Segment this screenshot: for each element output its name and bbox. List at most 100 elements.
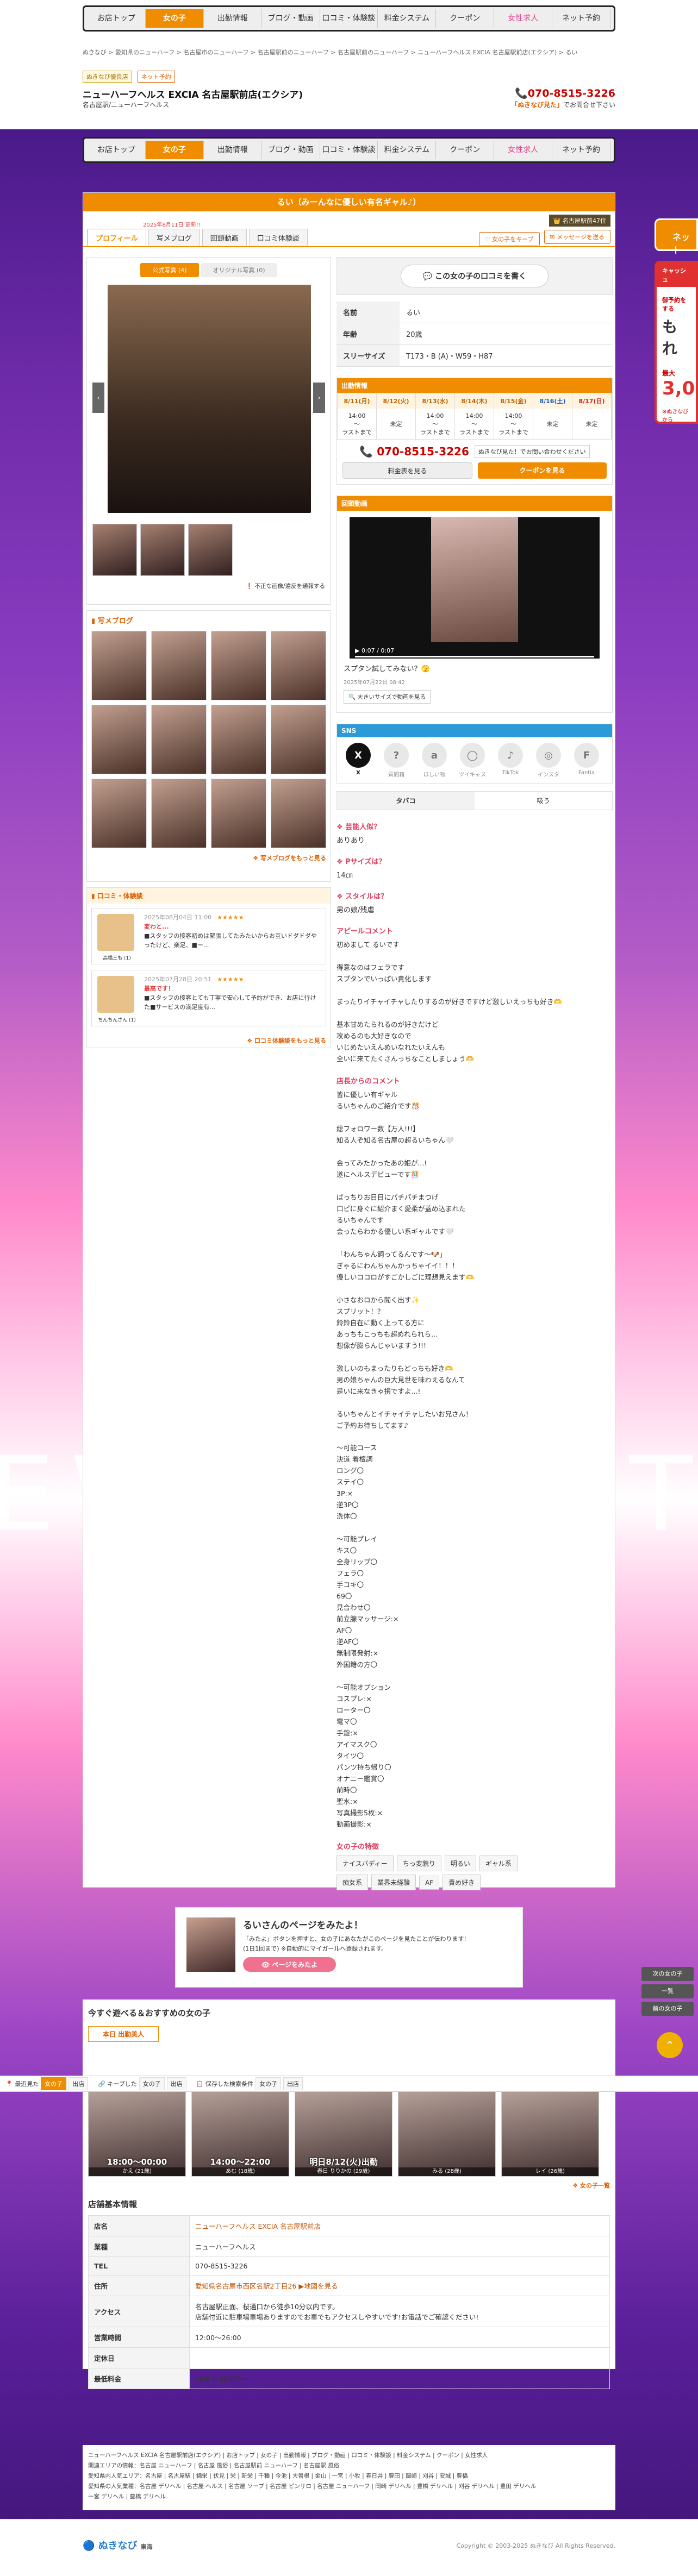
blog-thumb[interactable] bbox=[151, 631, 207, 700]
video-player[interactable]: ▶ 0:07 / 0:07 bbox=[350, 517, 600, 659]
footer-line[interactable]: 一宮 デリヘル | 豊橋 デリヘル bbox=[88, 2492, 610, 2502]
footer-links: ニューハーフヘルス EXCIA 名古屋駅前店(エクシア) | お店トップ | 女… bbox=[83, 2445, 615, 2510]
schedule-phone[interactable]: 📞 070-8515-3226 bbox=[359, 445, 469, 458]
scroll-top-icon[interactable]: ⌃ bbox=[657, 2032, 683, 2058]
photo-thumb[interactable] bbox=[140, 524, 185, 576]
recommend-tab[interactable]: 本日 出勤美人 bbox=[88, 2026, 159, 2042]
nav-item[interactable]: 出勤情報 bbox=[204, 141, 262, 159]
blog-more-link[interactable]: ❖ 写メブログをもっと見る bbox=[91, 854, 326, 862]
sticky-tab[interactable]: 出店 bbox=[68, 2077, 89, 2090]
nav-item[interactable]: 口コミ・体験談 bbox=[320, 9, 378, 28]
nav-item[interactable]: 口コミ・体験談 bbox=[320, 141, 378, 159]
sticky-tab[interactable]: 出店 bbox=[283, 2077, 303, 2090]
sticky-tab[interactable]: 女の子 bbox=[255, 2077, 281, 2090]
blog-thumb[interactable] bbox=[91, 705, 147, 774]
nav-item[interactable]: ブログ・動画 bbox=[262, 9, 320, 28]
nav-item[interactable]: 女性求人 bbox=[494, 9, 553, 28]
sticky-tab[interactable]: 出店 bbox=[166, 2077, 186, 2090]
footer-line[interactable]: 愛知県の人気業種：名古屋 デリヘル | 名古屋 ヘルス | 名古屋 ソープ | … bbox=[88, 2481, 610, 2492]
seen-page-button[interactable]: 👁 ページをみたよ bbox=[243, 1957, 336, 1972]
basic-value[interactable]: ニューハーフヘルス EXCIA 名古屋駅前店 bbox=[189, 2215, 610, 2236]
tab-video[interactable]: 回頭動画 bbox=[202, 229, 247, 246]
review-more-link[interactable]: ❖ 口コミ体験談をもっと見る bbox=[87, 1036, 331, 1045]
side-cashback-banner[interactable]: キャッシュ 御予約をする もれ 最大 3,0 ※ぬきなびから bbox=[655, 261, 698, 424]
video-play-icon[interactable]: ▶ 0:07 / 0:07 bbox=[355, 647, 394, 654]
message-button[interactable]: ✉ メッセージを送る bbox=[544, 230, 610, 244]
site-logo[interactable]: 🔵 ぬきなび 東海 bbox=[83, 2538, 153, 2552]
main-photo[interactable] bbox=[108, 285, 311, 513]
review-date: 2025年07月28日 20:51 bbox=[144, 976, 212, 983]
shop-name[interactable]: ニューハーフヘルス EXCIA 名古屋駅前店(エクシア) bbox=[83, 87, 303, 101]
nav-item[interactable]: 料金システム bbox=[378, 141, 437, 159]
tab-profile[interactable]: プロフィール bbox=[88, 229, 146, 246]
photo-thumb[interactable] bbox=[92, 524, 137, 576]
video-progress[interactable] bbox=[355, 656, 594, 657]
blog-thumb[interactable] bbox=[211, 779, 266, 848]
write-review-button[interactable]: 💬 この女の子の口コミを書く bbox=[400, 265, 549, 287]
footer-line[interactable]: 愛知県内人気エリア：名古屋 | 名古屋駅 | 錦栄 | 伏見 | 栄 | 新栄 … bbox=[88, 2471, 610, 2481]
sns-item[interactable]: a ほしい物 bbox=[415, 743, 453, 778]
blog-thumb[interactable] bbox=[151, 779, 207, 848]
schedule-time: 14:00 〜 ラストまで bbox=[416, 409, 455, 439]
blog-thumb[interactable] bbox=[271, 631, 326, 700]
nav-item[interactable]: クーポン bbox=[436, 9, 495, 28]
review-title[interactable]: 最高です！ bbox=[144, 984, 321, 993]
next-girl-button[interactable]: 次の女の子 bbox=[641, 1967, 694, 1981]
sns-item[interactable]: XX bbox=[339, 743, 377, 776]
footer-line[interactable]: ニューハーフヘルス EXCIA 名古屋駅前店(エクシア) | お店トップ | 女… bbox=[88, 2450, 610, 2461]
price-button[interactable]: 料金表を見る bbox=[342, 462, 472, 479]
blog-thumb[interactable] bbox=[211, 631, 266, 700]
review-item[interactable]: ちんちんさん (1) 2025年07月28日 20:51 ★★★★★ 最高です！ ■スタ… bbox=[91, 970, 326, 1026]
blog-thumb[interactable] bbox=[91, 779, 147, 848]
nav-item[interactable]: 女の子 bbox=[145, 9, 204, 28]
blog-thumb[interactable] bbox=[271, 779, 326, 848]
nav-item[interactable]: ブログ・動画 bbox=[262, 141, 320, 159]
girl-list-button[interactable]: 一覧 bbox=[641, 1984, 694, 1998]
bg-letter: E bbox=[0, 1434, 71, 1555]
photo-prev-button[interactable]: ‹ bbox=[92, 383, 104, 413]
schedule-day: 8/14(木) bbox=[455, 393, 494, 409]
side-net-banner[interactable]: ネット bbox=[655, 218, 698, 255]
header-phone[interactable]: 📞070-8515-3226 bbox=[515, 87, 615, 99]
review-item[interactable]: 高橋三も (1) 2025年08月04日 11:00 ★★★★★ 変わと... ■スタッ… bbox=[91, 908, 326, 964]
nav-item[interactable]: ネット予約 bbox=[552, 141, 611, 159]
girls-list-link[interactable]: ❖ 女の子一覧 bbox=[88, 2181, 610, 2190]
coupon-button[interactable]: クーポンを見る bbox=[478, 462, 607, 479]
blog-thumb[interactable] bbox=[211, 705, 266, 774]
basic-value[interactable]: 愛知県名古屋市西区名駅2丁目26 ▶地図を見る bbox=[189, 2275, 610, 2296]
video-large-button[interactable]: 🔍 大きいサイズで動画を見る bbox=[344, 690, 431, 704]
nav-item[interactable]: 出勤情報 bbox=[204, 9, 262, 28]
blog-thumb[interactable] bbox=[151, 705, 207, 774]
sticky-tab[interactable]: 女の子 bbox=[139, 2077, 165, 2090]
sns-item[interactable]: F Fantia bbox=[568, 743, 606, 776]
blog-thumb[interactable] bbox=[91, 631, 147, 700]
nav-item[interactable]: ネット予約 bbox=[552, 9, 611, 28]
blog-thumb[interactable] bbox=[271, 705, 326, 774]
sns-label: TikTok bbox=[502, 770, 519, 776]
tab-review[interactable]: 口コミ体験談 bbox=[248, 229, 308, 246]
sns-item[interactable]: ? 質問箱 bbox=[377, 743, 415, 778]
keep-girl-button[interactable]: ♡ 女の子をキープ bbox=[478, 232, 540, 246]
sns-item[interactable]: ♪ TikTok bbox=[491, 743, 529, 776]
photo-report[interactable]: ❗ 不正な画像/違反を通報する bbox=[92, 582, 325, 590]
nav-item[interactable]: 料金システム bbox=[378, 9, 437, 28]
nav-item[interactable]: 女性求人 bbox=[494, 141, 553, 159]
shop-tag[interactable]: ネット予約 bbox=[137, 71, 175, 83]
review-title[interactable]: 変わと... bbox=[144, 922, 321, 931]
nav-item[interactable]: お店トップ bbox=[88, 141, 146, 159]
breadcrumb[interactable]: ぬきなび > 愛知県のニューハーフ > 名古屋市のニューハーフ > 名古屋駅前の… bbox=[83, 48, 577, 57]
sns-item[interactable]: ◎ インスタ bbox=[529, 743, 568, 778]
tab-blog[interactable]: 写メブログ bbox=[148, 229, 200, 246]
footer-line[interactable]: 関連エリアの情報：名古屋 ニューハーフ | 名古屋 風俗 | 名古屋駅前 ニュー… bbox=[88, 2461, 610, 2471]
schedule-time: 未定 bbox=[377, 409, 416, 439]
sticky-tab[interactable]: 女の子 bbox=[41, 2077, 67, 2090]
sns-item[interactable]: ◯ ツイキャス bbox=[453, 743, 491, 778]
photo-tab-official[interactable]: 公式写真 (4) bbox=[140, 263, 199, 277]
photo-thumb[interactable] bbox=[188, 524, 233, 576]
prev-girl-button[interactable]: 前の女の子 bbox=[641, 2002, 694, 2016]
nav-item[interactable]: クーポン bbox=[436, 141, 495, 159]
nav-item[interactable]: 女の子 bbox=[145, 141, 204, 159]
nav-item[interactable]: お店トップ bbox=[88, 9, 146, 28]
photo-tab-original[interactable]: オリジナル写真 (0) bbox=[201, 263, 277, 277]
photo-next-button[interactable]: › bbox=[313, 383, 325, 413]
